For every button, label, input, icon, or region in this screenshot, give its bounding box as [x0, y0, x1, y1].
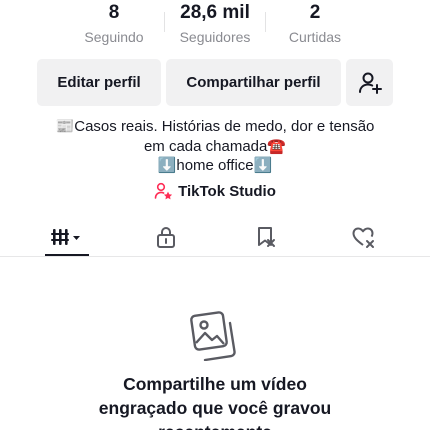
bio-line: ⬇️home office⬇️	[157, 157, 273, 174]
tiktok-studio-label: TikTok Studio	[178, 182, 276, 200]
active-tab-indicator	[45, 254, 89, 256]
following-stat[interactable]: 8 Seguindo	[64, 2, 164, 45]
followers-count: 28,6 mil	[180, 2, 250, 23]
tiktok-studio-link[interactable]: TikTok Studio	[0, 182, 430, 200]
profile-bio: 📰Casos reais. Histórias de medo, dor e t…	[0, 117, 430, 176]
videos-grid-icon	[51, 228, 80, 245]
empty-state-line: recentemente	[0, 420, 430, 430]
add-friend-button[interactable]	[346, 59, 393, 106]
creator-star-icon	[154, 182, 173, 200]
lock-icon	[157, 226, 175, 248]
empty-state-line: engraçado que você gravou	[98, 398, 332, 418]
tab-videos[interactable]	[37, 217, 97, 256]
liked-heart-icon	[352, 227, 374, 248]
tab-reposts[interactable]	[236, 217, 296, 256]
tab-private[interactable]	[136, 217, 196, 256]
likes-stat[interactable]: 2 Curtidas	[265, 2, 365, 45]
bio-line: em cada chamada☎️	[143, 137, 287, 155]
empty-state-line: Compartilhe um vídeo	[123, 374, 307, 394]
add-user-icon	[358, 72, 382, 94]
following-label: Seguindo	[84, 29, 144, 45]
tab-liked[interactable]	[334, 217, 394, 256]
following-count: 8	[108, 2, 120, 23]
followers-stat[interactable]: 28,6 mil Seguidores	[165, 2, 265, 45]
followers-label: Seguidores	[179, 29, 251, 45]
edit-profile-button[interactable]: Editar perfil	[37, 59, 161, 106]
photo-stack-icon	[189, 309, 239, 362]
profile-stats: 8 Seguindo 28,6 mil Seguidores 2 Curtida…	[0, 0, 430, 52]
empty-state-message: Compartilhe um vídeo engraçado que você …	[0, 372, 430, 430]
likes-label: Curtidas	[288, 29, 342, 45]
likes-count: 2	[309, 2, 321, 23]
bookmark-icon	[258, 226, 275, 247]
share-profile-button[interactable]: Compartilhar perfil	[166, 59, 341, 106]
bio-line: 📰Casos reais. Histórias de medo, dor e t…	[55, 118, 375, 135]
profile-tabs	[0, 217, 430, 257]
